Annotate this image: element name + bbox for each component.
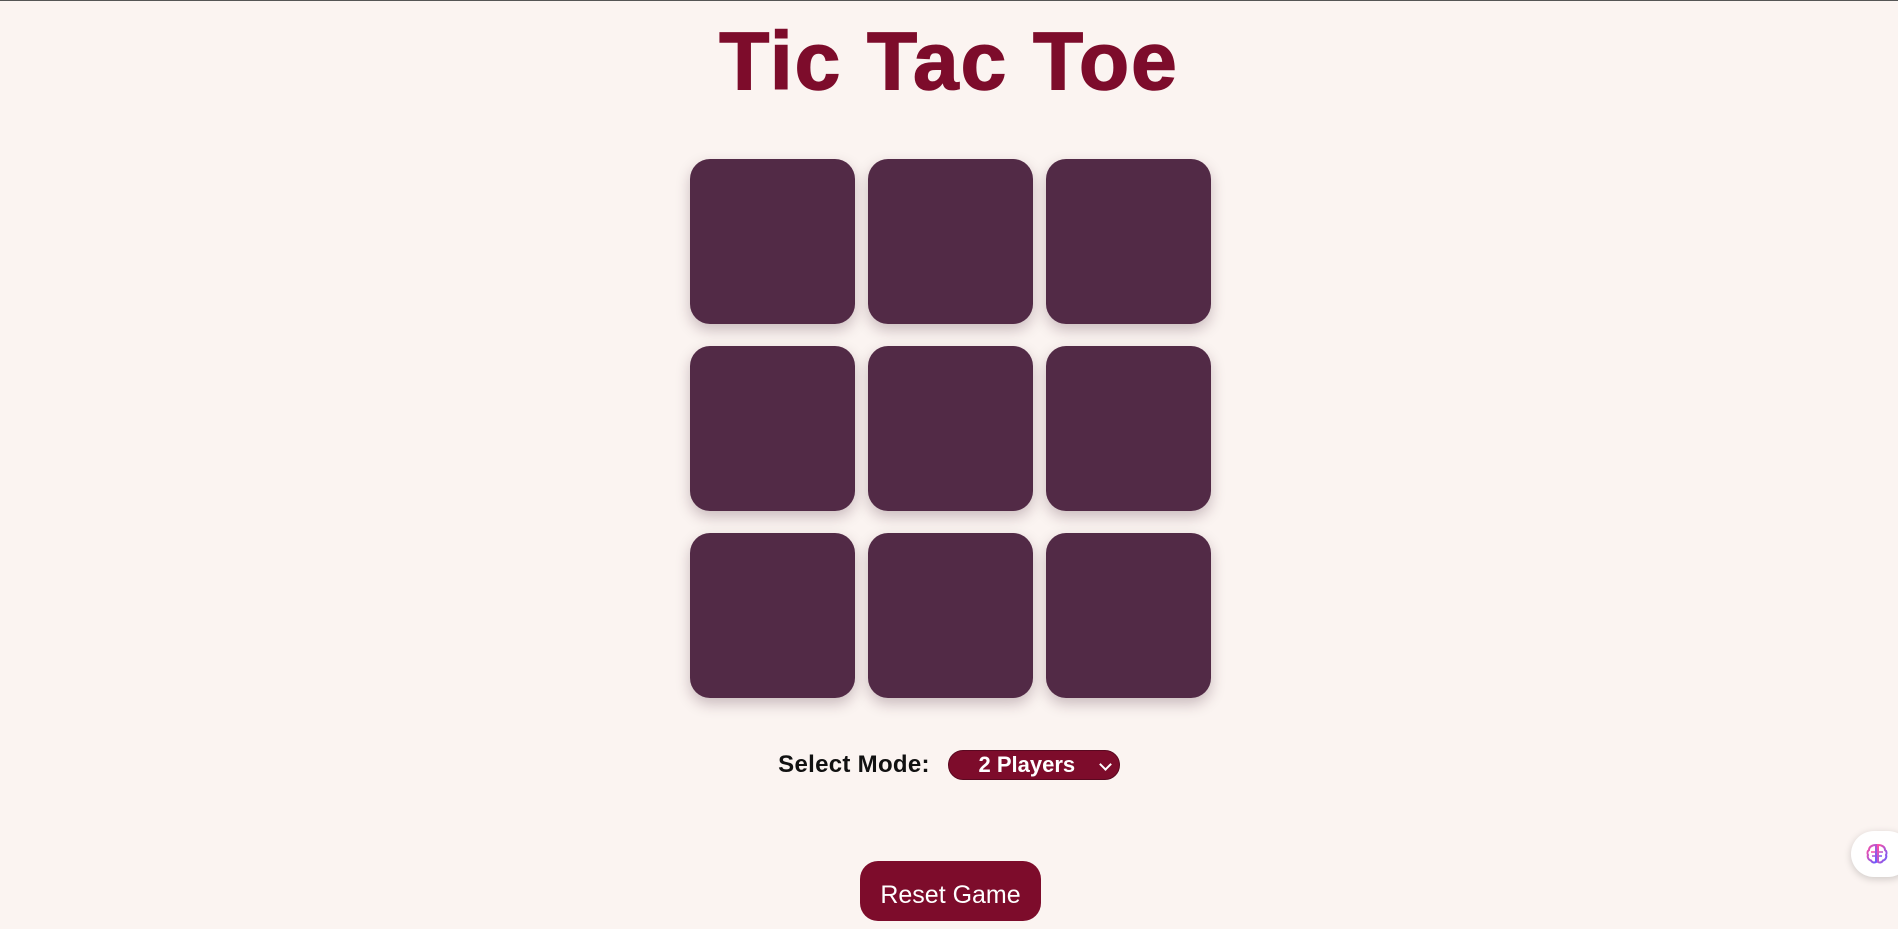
brain-icon: [1866, 843, 1888, 864]
board-cell[interactable]: [690, 159, 855, 324]
board-cell[interactable]: [690, 533, 855, 698]
board-cell[interactable]: [868, 533, 1033, 698]
board-cell[interactable]: [1046, 533, 1211, 698]
board-cell[interactable]: [868, 159, 1033, 324]
board-cell[interactable]: [690, 346, 855, 511]
game-board: [690, 159, 1211, 699]
page-title: Tic Tac Toe: [719, 15, 1179, 108]
floating-assistant-button[interactable]: [1851, 831, 1898, 877]
mode-select[interactable]: 2 Players: [947, 750, 1120, 780]
mode-row: Select Mode: 2 Players: [0, 750, 1898, 780]
board-cell[interactable]: [1046, 159, 1211, 324]
board-cell[interactable]: [868, 346, 1033, 511]
chevron-down-icon: [1098, 758, 1112, 771]
board-cell[interactable]: [1046, 346, 1211, 511]
mode-select-value: 2 Players: [978, 752, 1076, 777]
top-border: [0, 0, 1898, 1]
mode-label: Select Mode:: [778, 751, 930, 778]
reset-game-button[interactable]: Reset Game: [860, 861, 1041, 921]
